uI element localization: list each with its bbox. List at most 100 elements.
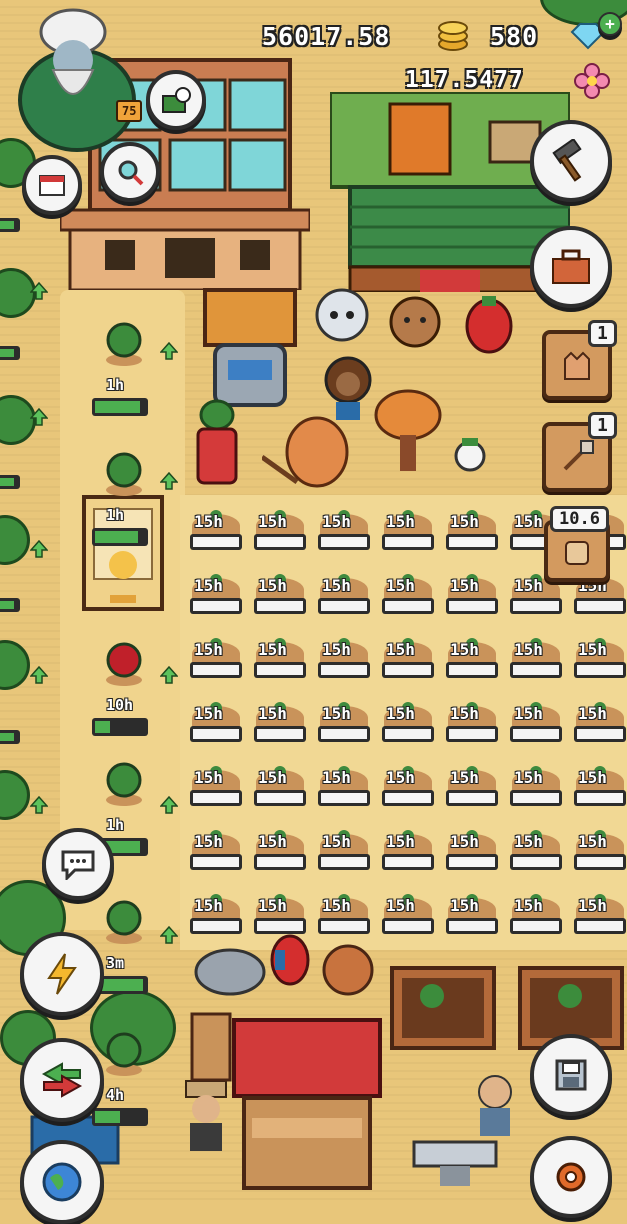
character-squirrel[interactable] bbox=[260, 412, 352, 496]
crop-timer: 3m bbox=[106, 954, 125, 972]
speech-bubble-icon bbox=[61, 850, 95, 880]
farm-plot[interactable]: 15h bbox=[316, 638, 372, 688]
character-sprite[interactable] bbox=[450, 436, 490, 480]
plot-timer: 15h bbox=[386, 576, 415, 595]
character-shopkeeper[interactable] bbox=[470, 1068, 520, 1142]
farm-plot[interactable]: 15h bbox=[188, 574, 244, 624]
signpost-value: 10.6 bbox=[550, 506, 609, 532]
crate-stack[interactable] bbox=[190, 1012, 232, 1082]
farm-plot[interactable]: 15h bbox=[572, 638, 627, 688]
sack-count-badge: 1 bbox=[588, 412, 617, 439]
farm-plot[interactable]: 15h bbox=[572, 766, 627, 816]
character-goat[interactable] bbox=[190, 938, 270, 1002]
plot-progress-bar bbox=[190, 790, 242, 806]
farm-plot[interactable]: 15h bbox=[508, 894, 564, 944]
trade-button[interactable] bbox=[20, 1038, 104, 1122]
farm-plot[interactable]: 15h bbox=[188, 702, 244, 752]
farm-plot[interactable]: 15h bbox=[188, 766, 244, 816]
plot-progress-bar bbox=[318, 534, 370, 550]
farm-plot[interactable]: 15h bbox=[316, 894, 372, 944]
farm-plot[interactable]: 15h bbox=[188, 510, 244, 560]
character-mandrake[interactable] bbox=[368, 385, 448, 479]
farm-plot[interactable]: 15h bbox=[252, 574, 308, 624]
farm-plot[interactable]: 15h bbox=[316, 766, 372, 816]
settings-button[interactable] bbox=[530, 1136, 612, 1218]
farm-plot[interactable]: 15h bbox=[380, 766, 436, 816]
plot-timer: 15h bbox=[258, 512, 287, 531]
chat-button[interactable] bbox=[42, 828, 114, 900]
character-pepper[interactable] bbox=[462, 292, 517, 361]
world-map-button[interactable] bbox=[20, 1140, 104, 1224]
farm-plot[interactable]: 15h bbox=[252, 638, 308, 688]
shovel-icon bbox=[563, 440, 594, 471]
farm-plot[interactable]: 15h bbox=[380, 510, 436, 560]
farm-plot[interactable]: 15h bbox=[252, 894, 308, 944]
character-bear[interactable] bbox=[388, 292, 443, 361]
farm-plot[interactable]: 15h bbox=[444, 894, 500, 944]
farm-plot[interactable]: 15h bbox=[316, 702, 372, 752]
character-worker[interactable] bbox=[178, 1075, 234, 1159]
plot-progress-bar bbox=[574, 598, 626, 614]
farm-plot[interactable]: 15h bbox=[316, 510, 372, 560]
plot-timer: 15h bbox=[194, 832, 223, 851]
character-ghost[interactable] bbox=[312, 285, 372, 359]
plot-progress-bar bbox=[190, 662, 242, 678]
market-stall[interactable] bbox=[232, 1018, 382, 1198]
plot-progress-bar bbox=[190, 598, 242, 614]
search-map-button[interactable] bbox=[100, 142, 160, 202]
plot-progress-bar bbox=[254, 726, 306, 742]
character-crab[interactable] bbox=[318, 938, 378, 1002]
potion-jar[interactable] bbox=[192, 395, 242, 487]
plot-progress-bar bbox=[510, 790, 562, 806]
farm-plot[interactable]: 15h bbox=[572, 830, 627, 880]
farm-plot[interactable]: 15h bbox=[380, 894, 436, 944]
farm-plot[interactable]: 15h bbox=[508, 702, 564, 752]
plot-progress-bar bbox=[574, 854, 626, 870]
farm-plot[interactable]: 15h bbox=[380, 830, 436, 880]
plot-progress-bar bbox=[318, 726, 370, 742]
farm-plot[interactable]: 15h bbox=[316, 574, 372, 624]
farm-plot[interactable]: 15h bbox=[444, 830, 500, 880]
plot-timer: 15h bbox=[514, 640, 543, 659]
farm-plot[interactable]: 15h bbox=[252, 830, 308, 880]
farm-plot[interactable]: 15h bbox=[508, 638, 564, 688]
farm-plot[interactable]: 15h bbox=[444, 574, 500, 624]
farm-plot[interactable]: 15h bbox=[444, 702, 500, 752]
save-button[interactable] bbox=[530, 1034, 612, 1116]
plot-progress-bar bbox=[190, 726, 242, 742]
calendar-button[interactable] bbox=[22, 155, 82, 215]
farm-plot[interactable]: 15h bbox=[380, 574, 436, 624]
farm-plot[interactable]: 15h bbox=[508, 830, 564, 880]
toolbox-button[interactable] bbox=[530, 226, 612, 308]
farm-plot[interactable]: 15h bbox=[572, 894, 627, 944]
plot-progress-bar bbox=[574, 726, 626, 742]
farm-plot[interactable]: 15h bbox=[316, 830, 372, 880]
farm-plot[interactable]: 15h bbox=[572, 702, 627, 752]
farm-plot[interactable]: 15h bbox=[188, 894, 244, 944]
farm-plot[interactable]: 15h bbox=[188, 638, 244, 688]
farm-plot[interactable]: 15h bbox=[188, 830, 244, 880]
glove-icon bbox=[564, 351, 590, 380]
farm-plot[interactable]: 15h bbox=[252, 702, 308, 752]
farm-plot[interactable]: 15h bbox=[380, 702, 436, 752]
farm-plot[interactable]: 15h bbox=[252, 766, 308, 816]
farm-plot[interactable]: 15h bbox=[444, 638, 500, 688]
farm-plot[interactable]: 15h bbox=[444, 766, 500, 816]
farm-plot[interactable]: 15h bbox=[252, 510, 308, 560]
plot-timer: 15h bbox=[258, 768, 287, 787]
add-gems-button[interactable]: + bbox=[598, 12, 622, 36]
plot-progress-bar bbox=[318, 662, 370, 678]
timer-book-button[interactable] bbox=[146, 70, 206, 130]
build-button[interactable] bbox=[530, 120, 612, 202]
planter-box[interactable] bbox=[390, 966, 496, 1050]
energy-button[interactable] bbox=[20, 932, 104, 1016]
plot-progress-bar bbox=[254, 790, 306, 806]
plot-timer: 15h bbox=[578, 640, 607, 659]
upgrade-arrow-icon bbox=[160, 342, 178, 360]
anvil[interactable] bbox=[410, 1138, 500, 1188]
farm-plot[interactable]: 15h bbox=[508, 766, 564, 816]
farm-plot[interactable]: 15h bbox=[380, 638, 436, 688]
player-avatar[interactable]: 75 bbox=[18, 8, 143, 152]
farm-plot[interactable]: 15h bbox=[444, 510, 500, 560]
plot-timer: 15h bbox=[386, 896, 415, 915]
